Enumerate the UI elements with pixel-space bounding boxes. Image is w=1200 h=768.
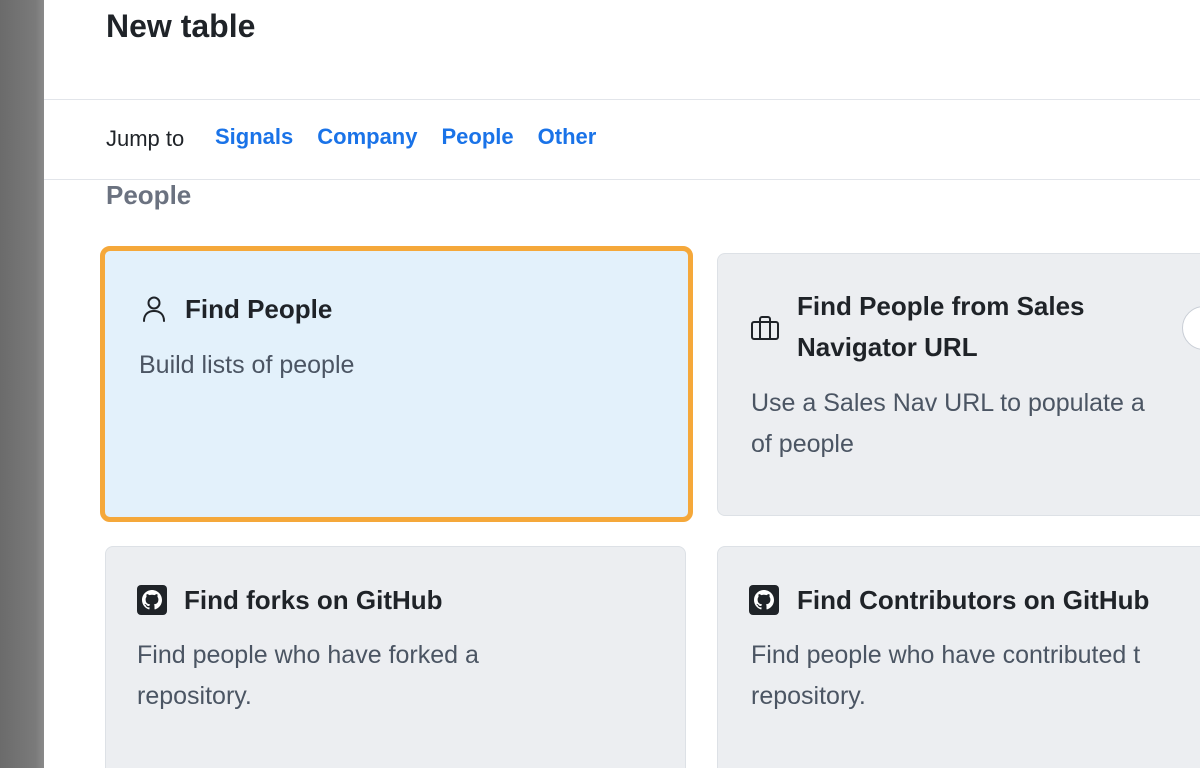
card-title: Find Contributors on GitHub bbox=[797, 585, 1150, 615]
card-description-line1: Use a Sales Nav URL to populate a bbox=[751, 389, 1145, 417]
card-title: Find forks on GitHub bbox=[184, 585, 443, 615]
jump-to-links: Signals Company People Other bbox=[215, 124, 596, 150]
card-title: Find People bbox=[185, 294, 333, 324]
screen: New table Jump to Signals Company People… bbox=[0, 0, 1200, 768]
section-title-people: People bbox=[106, 180, 192, 210]
card-description-line2: of people bbox=[751, 430, 854, 458]
card-find-people-sales-navigator[interactable]: Find People from Sales Navigator URL Use… bbox=[717, 253, 1200, 516]
card-find-forks-github[interactable]: Find forks on GitHub Find people who hav… bbox=[105, 546, 686, 768]
jump-link-signals[interactable]: Signals bbox=[215, 124, 293, 150]
github-icon bbox=[749, 585, 779, 615]
briefcase-icon bbox=[750, 313, 780, 343]
jump-link-people[interactable]: People bbox=[442, 124, 514, 150]
card-find-contributors-github[interactable]: Find Contributors on GitHub Find people … bbox=[717, 546, 1200, 768]
card-description-line2: repository. bbox=[137, 682, 252, 710]
backdrop-overlay bbox=[0, 0, 44, 768]
jump-to-label: Jump to bbox=[106, 126, 185, 151]
card-description: Build lists of people bbox=[139, 351, 355, 379]
jump-to-bar: Jump to Signals Company People Other bbox=[44, 100, 1200, 180]
dialog-title: New table bbox=[106, 8, 256, 44]
card-description-line2: repository. bbox=[751, 682, 866, 710]
card-title-line2: Navigator URL bbox=[797, 332, 978, 362]
jump-link-other[interactable]: Other bbox=[538, 124, 597, 150]
card-title-line1: Find People from Sales bbox=[797, 291, 1085, 321]
dialog-header: New table bbox=[44, 0, 1200, 100]
new-table-dialog: New table Jump to Signals Company People… bbox=[44, 0, 1200, 768]
card-description-line1: Find people who have contributed t bbox=[751, 641, 1141, 669]
github-icon bbox=[137, 585, 167, 615]
person-icon bbox=[139, 294, 169, 324]
card-description-line1: Find people who have forked a bbox=[137, 641, 479, 669]
card-find-people[interactable]: Find People Build lists of people bbox=[100, 246, 693, 522]
jump-link-company[interactable]: Company bbox=[317, 124, 417, 150]
